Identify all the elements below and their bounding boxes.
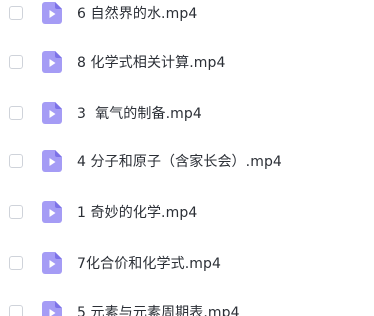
video-file-icon [42,2,62,24]
file-name[interactable]: 7化合价和化学式.mp4 [77,253,221,273]
video-file-icon [42,150,62,172]
list-item[interactable]: 8 化学式相关计算.mp4 [0,46,374,78]
checkbox[interactable] [9,305,23,316]
video-file-icon [42,252,62,274]
checkbox[interactable] [9,6,23,20]
file-name[interactable]: 1 奇妙的化学.mp4 [77,202,197,222]
list-item[interactable]: 7化合价和化学式.mp4 [0,247,374,279]
list-item[interactable]: 5 元素与元素周期表.mp4 [0,296,374,316]
checkbox[interactable] [9,106,23,120]
file-list: 6 自然界的水.mp4 8 化学式相关计算.mp4 3 氧气的制备.mp4 4 … [0,0,374,316]
video-file-icon [42,301,62,316]
list-item[interactable]: 3 氧气的制备.mp4 [0,97,374,129]
video-file-icon [42,51,62,73]
checkbox[interactable] [9,256,23,270]
video-file-icon [42,102,62,124]
file-name[interactable]: 5 元素与元素周期表.mp4 [77,302,240,316]
file-name[interactable]: 6 自然界的水.mp4 [77,3,197,23]
file-name[interactable]: 3 氧气的制备.mp4 [77,103,202,123]
checkbox[interactable] [9,55,23,69]
list-item[interactable]: 6 自然界的水.mp4 [0,0,374,29]
checkbox[interactable] [9,205,23,219]
file-name[interactable]: 4 分子和原子（含家长会）.mp4 [77,151,282,171]
list-item[interactable]: 4 分子和原子（含家长会）.mp4 [0,145,374,177]
video-file-icon [42,201,62,223]
checkbox[interactable] [9,154,23,168]
list-item[interactable]: 1 奇妙的化学.mp4 [0,196,374,228]
file-name[interactable]: 8 化学式相关计算.mp4 [77,52,226,72]
